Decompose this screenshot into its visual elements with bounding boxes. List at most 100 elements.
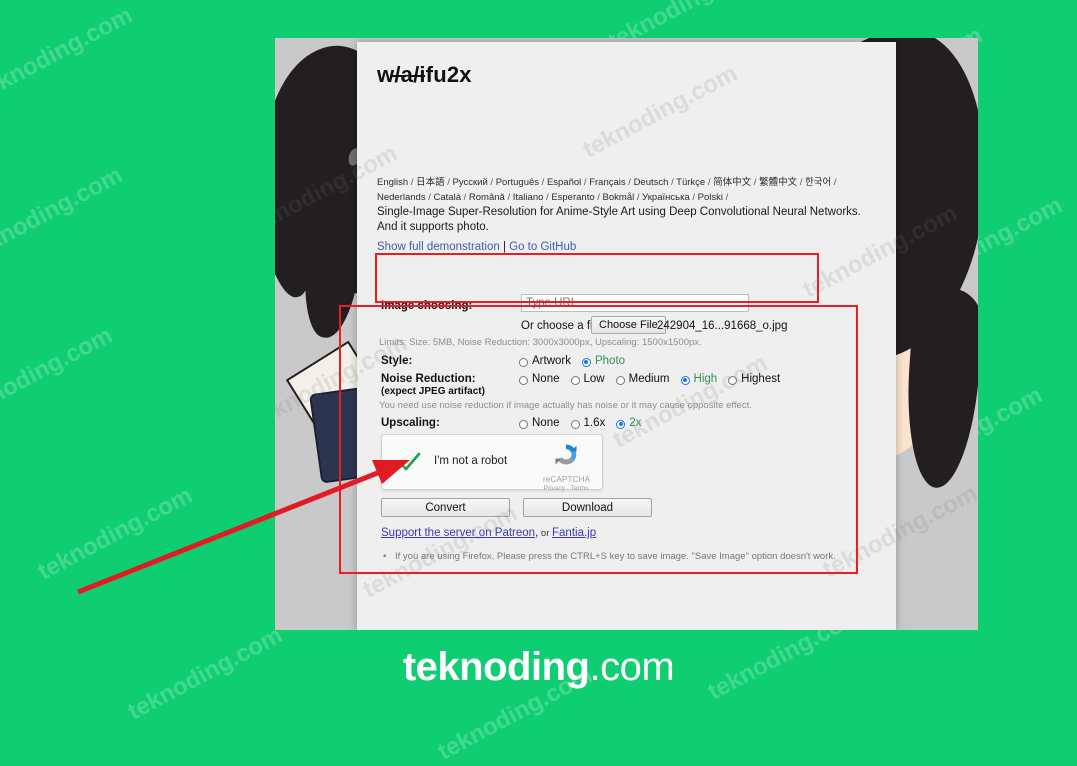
- radio-label: None: [532, 373, 560, 385]
- radio-icon[interactable]: [615, 375, 625, 385]
- noise-option-highest[interactable]: Highest: [728, 373, 780, 385]
- noise-option-medium[interactable]: Medium: [615, 373, 670, 385]
- language-separator: /: [583, 177, 587, 188]
- upscaling-label: Upscaling:: [381, 417, 440, 429]
- recaptcha-terms-link[interactable]: Terms: [571, 485, 589, 492]
- radio-icon[interactable]: [519, 419, 528, 429]
- language-link[interactable]: Esperanto: [551, 192, 594, 203]
- language-separator: /: [707, 177, 711, 188]
- limits-text: Limits: Size: 5MB, Noise Reduction: 3000…: [379, 337, 702, 348]
- radio-label: Artwork: [532, 355, 571, 367]
- radio-icon[interactable]: [680, 375, 690, 385]
- site-description: Single-Image Super-Resolution for Anime-…: [377, 206, 861, 233]
- upscaling-option-none[interactable]: None: [519, 417, 560, 429]
- radio-icon[interactable]: [570, 375, 580, 385]
- language-link[interactable]: Español: [547, 177, 581, 188]
- language-separator: /: [490, 177, 494, 188]
- noise-reduction-sublabel: (expect JPEG artifact): [381, 386, 485, 397]
- firefox-note: • If you are using Firefox, Please press…: [383, 551, 865, 562]
- radio-icon[interactable]: [519, 375, 528, 385]
- radio-label: Highest: [741, 373, 781, 385]
- show-full-demonstration-link[interactable]: Show full demonstration: [377, 241, 500, 253]
- url-input[interactable]: [521, 294, 749, 312]
- language-link[interactable]: Bokmål: [603, 192, 635, 203]
- demo-links: Show full demonstration | Go to GitHub: [377, 241, 576, 253]
- download-button[interactable]: Download: [523, 498, 652, 517]
- radio-label: Photo: [594, 355, 626, 367]
- annotation-arrow: [77, 460, 410, 595]
- fantia-link[interactable]: Fantia.jp: [552, 527, 596, 539]
- go-to-github-link[interactable]: Go to GitHub: [509, 241, 576, 253]
- language-separator: /: [692, 191, 696, 203]
- language-link[interactable]: Polski: [698, 192, 723, 203]
- teknoding-brand: teknoding.com: [0, 644, 1077, 690]
- noise-option-high[interactable]: High: [680, 373, 718, 385]
- radio-label: Low: [583, 373, 605, 385]
- recaptcha-brand-label: reCAPTCHA: [543, 475, 591, 484]
- language-link[interactable]: Català: [434, 192, 461, 203]
- language-link[interactable]: Українська: [642, 192, 690, 203]
- language-separator: /: [541, 177, 545, 188]
- recaptcha-privacy-link[interactable]: Privacy: [544, 485, 565, 492]
- language-link[interactable]: 한국어: [805, 177, 831, 188]
- language-separator: /: [447, 177, 450, 188]
- language-separator: /: [463, 191, 467, 203]
- brand-light-text: .com: [589, 645, 675, 689]
- watermark: teknoding.com: [0, 1, 137, 106]
- radio-icon[interactable]: [570, 419, 580, 429]
- language-link[interactable]: English: [377, 177, 408, 188]
- style-radio-group[interactable]: Artwork Photo: [519, 355, 636, 367]
- language-link[interactable]: Deutsch: [634, 177, 669, 188]
- noise-reduction-note: You need use noise reduction if image ac…: [379, 400, 752, 411]
- style-label: Style:: [381, 355, 413, 367]
- recaptcha-dot: ·: [566, 485, 569, 492]
- language-link[interactable]: Русский: [453, 177, 488, 188]
- radio-icon[interactable]: [728, 375, 738, 385]
- noise-option-none[interactable]: None: [519, 373, 560, 385]
- upscaling-radio-group[interactable]: None 1.6x 2x: [519, 417, 652, 429]
- language-separator: /: [410, 177, 414, 188]
- noise-reduction-radio-group[interactable]: None Low Medium High Highest: [519, 373, 791, 385]
- noise-reduction-label: Noise Reduction:: [381, 373, 476, 385]
- radio-label: High: [693, 373, 718, 385]
- language-link[interactable]: Italiano: [513, 192, 544, 203]
- watermark: teknoding.com: [0, 161, 127, 266]
- language-separator: /: [799, 177, 803, 188]
- radio-icon[interactable]: [581, 357, 591, 367]
- radio-icon[interactable]: [616, 419, 626, 429]
- language-link[interactable]: Português: [496, 177, 539, 188]
- style-option-photo[interactable]: Photo: [581, 355, 626, 367]
- upscaling-option-1-6x[interactable]: 1.6x: [570, 417, 606, 429]
- radio-icon[interactable]: [519, 357, 528, 367]
- language-link[interactable]: 繁體中文: [759, 177, 797, 188]
- radio-label: None: [532, 417, 560, 429]
- selected-file-name: 242904_16...91668_o.jpg: [657, 320, 788, 332]
- recaptcha-checkbox-label: I'm not a robot: [434, 455, 508, 467]
- link-divider: |: [502, 241, 506, 253]
- recaptcha-logo-block: reCAPTCHA Privacy · Terms: [543, 441, 591, 492]
- recaptcha-icon: [555, 444, 577, 465]
- language-separator: /: [507, 191, 511, 203]
- language-link[interactable]: Nederlands: [377, 192, 426, 203]
- language-link[interactable]: 日本語: [416, 177, 445, 188]
- language-link[interactable]: Français: [589, 177, 625, 188]
- support-or: or: [538, 528, 553, 539]
- upscaling-option-2x[interactable]: 2x: [616, 417, 641, 429]
- language-link[interactable]: Türkçe: [676, 177, 705, 188]
- firefox-note-text: If you are using Firefox, Please press t…: [395, 551, 836, 562]
- choose-file-button[interactable]: Choose File: [591, 316, 666, 334]
- image-choosing-label: Image choosing:: [381, 300, 473, 312]
- language-separator: /: [833, 177, 837, 188]
- radio-label: Medium: [628, 373, 670, 385]
- noise-option-low[interactable]: Low: [570, 373, 605, 385]
- style-option-artwork[interactable]: Artwork: [519, 355, 571, 367]
- waifu2x-content-card: w/a/ifu2x English / 日本語 / Русский / Port…: [357, 42, 896, 630]
- language-link[interactable]: Română: [469, 192, 505, 203]
- language-separator: /: [428, 191, 431, 203]
- radio-label: 2x: [629, 417, 642, 429]
- recaptcha-legal-links[interactable]: Privacy · Terms: [543, 485, 589, 492]
- page-title: w/a/ifu2x: [377, 62, 472, 87]
- language-separator: /: [636, 191, 640, 203]
- radio-label: 1.6x: [583, 417, 606, 429]
- language-link[interactable]: 简体中文: [713, 177, 751, 188]
